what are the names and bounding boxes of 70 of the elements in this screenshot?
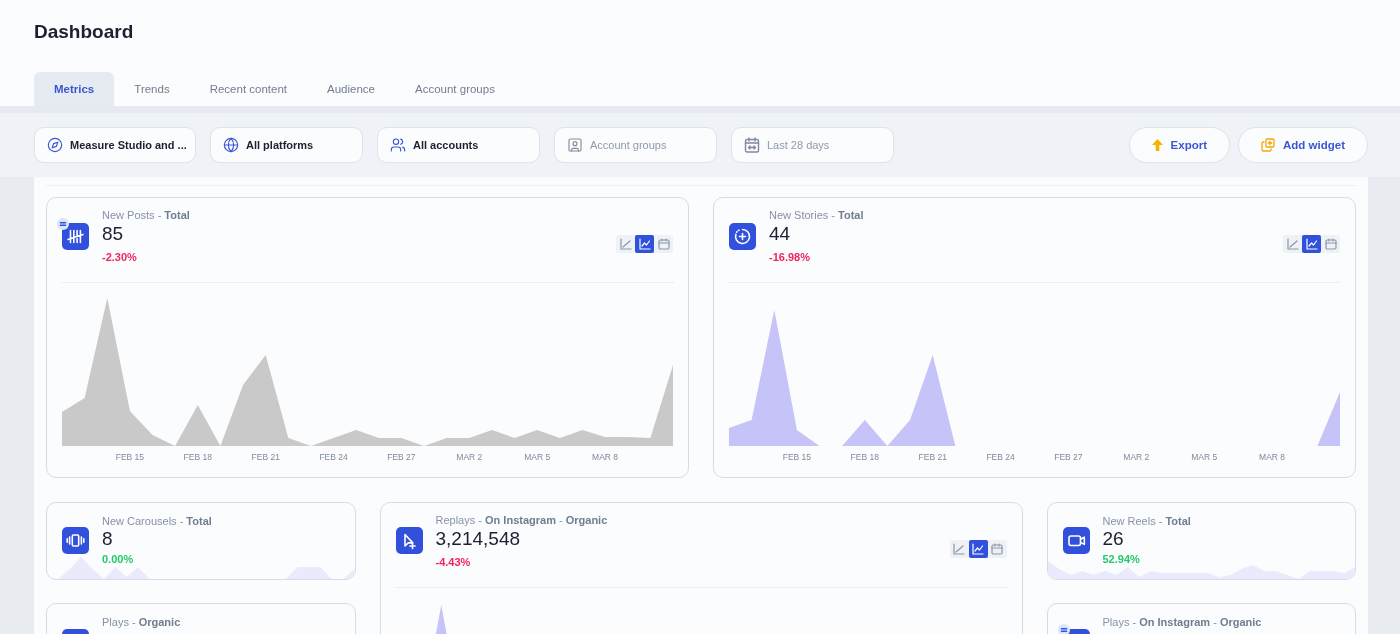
action-button[interactable]: Add widget: [1238, 127, 1368, 163]
contact-card-icon: [567, 137, 583, 153]
metric-value: 44: [769, 222, 792, 246]
metric-change: -4.43%: [435, 554, 472, 569]
axis-label: MAR 2: [456, 452, 483, 462]
calendar-icon: [1324, 238, 1337, 250]
tab[interactable]: Metrics: [34, 72, 115, 106]
metric-change: -16.98%: [769, 250, 811, 264]
users-icon: [390, 137, 406, 153]
axis-label: FEB 27: [1054, 452, 1083, 462]
filter-dropdown[interactable]: All accounts: [377, 127, 540, 163]
tab[interactable]: Recent content: [189, 72, 307, 106]
metric-title: New Carousels - Total: [102, 513, 212, 528]
action-button[interactable]: Export: [1128, 127, 1231, 163]
axis-label: MAR 5: [1191, 452, 1218, 462]
axis-label: FEB 15: [115, 452, 145, 462]
compass-icon: [47, 137, 63, 153]
chart-type-button[interactable]: [635, 235, 654, 253]
axis-label: FEB 21: [251, 452, 280, 462]
line-chart-icon: [953, 542, 965, 555]
filter-dropdown[interactable]: Measure Studio and ...: [34, 127, 196, 163]
page-title: Dashboard: [34, 20, 135, 44]
chart-type-button[interactable]: [1302, 235, 1321, 253]
metric-title: Plays - On Instagram - Organic: [1102, 615, 1262, 629]
filter-dropdown[interactable]: Account groups: [554, 127, 717, 163]
globe-icon: [223, 137, 239, 153]
metric-change: 0.00%: [102, 551, 135, 566]
axis-label: MAR 2: [1123, 452, 1150, 462]
area-chart-icon: [1305, 238, 1318, 250]
calendar-range-icon: [744, 137, 760, 153]
metric-title: New Posts - Total: [102, 208, 190, 222]
axis-label: FEB 21: [918, 452, 947, 462]
tab[interactable]: Trends: [114, 72, 190, 106]
filter-dropdown[interactable]: Last 28 days: [731, 127, 894, 163]
metric-value: 26: [1102, 527, 1125, 550]
metric-value: 85: [102, 222, 125, 246]
metric-title: New Reels - Total: [1102, 513, 1191, 528]
circle-plus-icon: [729, 222, 756, 250]
calendar-icon: [991, 542, 1003, 555]
line-chart-icon: [619, 238, 632, 250]
metric-change: 52.94%: [1102, 551, 1141, 566]
axis-label: FEB 18: [850, 452, 879, 462]
axis-label: MAR 8: [1259, 452, 1286, 462]
tab[interactable]: Account groups: [395, 72, 515, 106]
metric-value: 3,214,548: [435, 526, 522, 551]
axis-label: MAR 8: [592, 452, 619, 462]
axis-label: FEB 24: [319, 452, 348, 462]
axis-label: FEB 18: [183, 452, 212, 462]
tally-marks-icon: [62, 222, 89, 250]
area-chart-icon: [638, 238, 651, 250]
metric-value: 8: [102, 527, 114, 550]
area-chart-icon: [972, 542, 984, 555]
copy-plus-icon: [1261, 138, 1276, 152]
metric-title: New Stories - Total: [769, 208, 864, 222]
axis-label: FEB 24: [986, 452, 1015, 462]
calendar-icon: [657, 238, 670, 250]
axis-label: FEB 15: [782, 452, 812, 462]
axis-label: FEB 27: [387, 452, 416, 462]
arrow-up-icon: [1151, 139, 1163, 151]
chart-type-button[interactable]: [968, 539, 988, 558]
axis-label: MAR 5: [524, 452, 551, 462]
tab[interactable]: Audience: [307, 72, 395, 106]
filter-dropdown[interactable]: All platforms: [210, 127, 363, 163]
cursor-plus-icon: [395, 527, 423, 554]
carousel-icon: [62, 527, 89, 554]
metric-change: -2.30%: [102, 250, 138, 264]
metric-title: Plays - Organic: [102, 615, 181, 629]
metric-title: Replays - On Instagram - Organic: [435, 512, 608, 527]
line-chart-icon: [1286, 238, 1299, 250]
video-camera-icon: [1062, 527, 1090, 554]
